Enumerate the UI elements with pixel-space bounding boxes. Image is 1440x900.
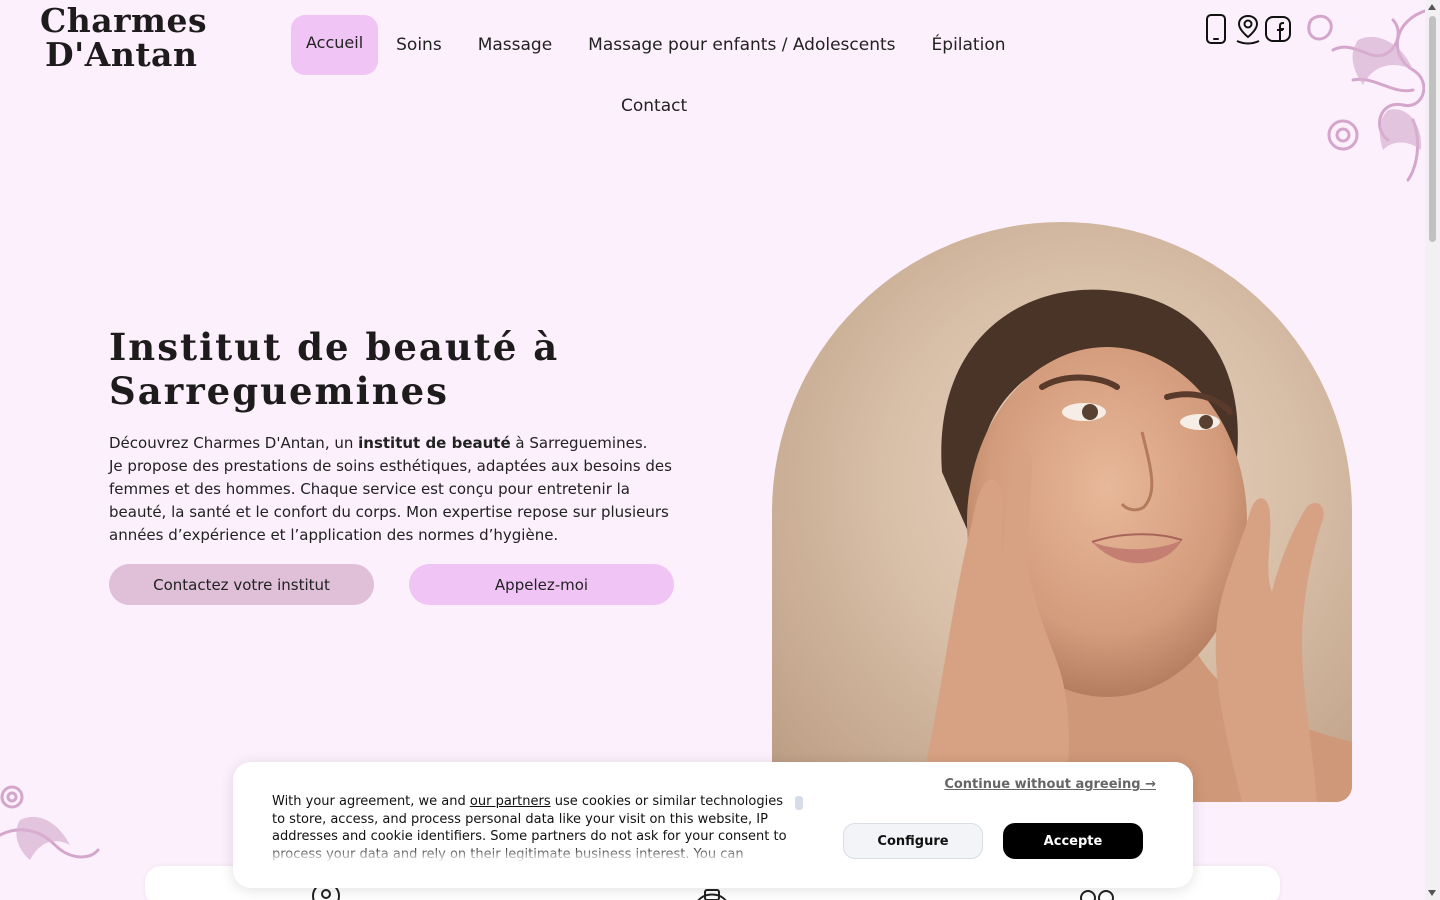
nav-item-massage-enfants[interactable]: Massage pour enfants / Adolescents	[570, 15, 913, 75]
scroll-down-arrow-icon[interactable]	[1428, 890, 1436, 896]
cookie-text-pre: With your agreement, we and	[272, 794, 470, 809]
scroll-up-arrow-icon[interactable]	[1428, 4, 1436, 10]
cookie-text-fade	[272, 846, 797, 862]
our-partners-link[interactable]: our partners	[470, 794, 551, 809]
facebook-icon[interactable]	[1264, 13, 1292, 45]
flourish-ornament-top	[1307, 8, 1428, 182]
nav-item-accueil[interactable]: Accueil	[291, 15, 379, 75]
accept-button[interactable]: Accepte	[1003, 823, 1143, 859]
hero-intro-post: à Sarreguemines.	[510, 434, 648, 452]
header-icons	[1204, 13, 1292, 45]
hero-image	[772, 222, 1352, 802]
hero-intro-bold: institut de beauté	[358, 434, 511, 452]
logo-line-1: Charmes	[40, 1, 208, 40]
woman-portrait-illustration	[892, 289, 1352, 802]
hero-intro-pre: Découvrez Charmes D'Antan, un	[109, 434, 359, 452]
hero-description: Découvrez Charmes D'Antan, un institut d…	[109, 432, 689, 547]
cookie-consent-banner: Continue without agreeing → With your ag…	[233, 762, 1193, 888]
hero-title: Institut de beauté à Sarreguemines	[109, 325, 709, 413]
site-logo[interactable]: Charmes D'Antan	[40, 4, 207, 72]
call-me-button[interactable]: Appelez-moi	[409, 564, 674, 605]
hero-body: Je propose des prestations de soins esth…	[109, 457, 672, 544]
scrollbar-thumb[interactable]	[1429, 16, 1436, 242]
nav-item-contact[interactable]: Contact	[603, 93, 705, 119]
map-pin-icon[interactable]	[1234, 13, 1262, 45]
hero-title-line-1: Institut de beauté à	[109, 325, 560, 369]
configure-button[interactable]: Configure	[843, 823, 983, 859]
logo-line-2: D'Antan	[45, 35, 198, 74]
nav-item-massage[interactable]: Massage	[460, 15, 570, 75]
nav-item-epilation[interactable]: Épilation	[914, 15, 1024, 75]
hero-title-line-2: Sarreguemines	[109, 369, 450, 413]
page-scrollbar[interactable]	[1425, 0, 1440, 900]
nav-item-soins[interactable]: Soins	[378, 15, 460, 75]
contact-institute-button[interactable]: Contactez votre institut	[109, 564, 374, 605]
cookie-text-scrollbar[interactable]	[795, 796, 803, 810]
phone-icon[interactable]	[1204, 13, 1232, 45]
flourish-ornament-bottom	[0, 785, 100, 860]
continue-without-agreeing-link[interactable]: Continue without agreeing →	[944, 777, 1156, 792]
main-nav: Accueil Soins Massage Massage pour enfan…	[291, 15, 1024, 116]
